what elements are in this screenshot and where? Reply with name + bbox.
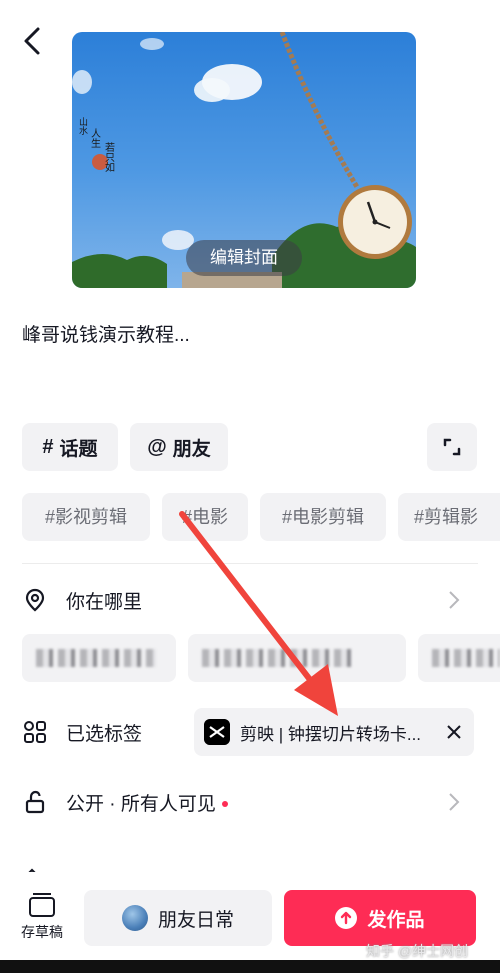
selected-tag-value: 剪映 | 钟摆切片转场卡... bbox=[240, 724, 422, 744]
close-icon[interactable] bbox=[444, 722, 464, 742]
selected-tag-row: 已选标签 bbox=[22, 712, 192, 752]
svg-text:人生: 人生 bbox=[89, 128, 101, 148]
suggested-tag[interactable]: #剪辑影 bbox=[398, 493, 500, 541]
expand-editor-button[interactable] bbox=[427, 423, 477, 471]
publish-label: 发作品 bbox=[367, 909, 425, 931]
draft-box-icon bbox=[29, 893, 55, 917]
location-suggestion[interactable] bbox=[188, 634, 406, 682]
publish-button[interactable]: 发作品 bbox=[284, 890, 476, 946]
expand-icon bbox=[443, 438, 461, 456]
upload-arrow-icon bbox=[335, 907, 358, 929]
back-icon[interactable] bbox=[18, 24, 48, 58]
visibility-label: 公开 · 所有人可见 bbox=[66, 789, 228, 816]
mention-label: 朋友 bbox=[172, 438, 211, 460]
svg-text:山水: 山水 bbox=[77, 117, 88, 135]
selected-tag-chip[interactable]: 剪映 | 钟摆切片转场卡... bbox=[194, 708, 474, 756]
location-row[interactable]: 你在哪里 bbox=[22, 580, 478, 620]
caption-text[interactable]: 峰哥说钱演示教程... bbox=[22, 320, 190, 347]
svg-text:若只如: 若只如 bbox=[103, 141, 115, 173]
watermark: 知乎 @绅士网创 bbox=[366, 943, 469, 959]
suggested-tag[interactable]: #影视剪辑 bbox=[22, 493, 150, 541]
topic-button[interactable]: # 话题 bbox=[22, 423, 118, 471]
edit-cover-button[interactable]: 编辑封面 bbox=[186, 240, 302, 276]
visibility-row[interactable]: 公开 · 所有人可见 bbox=[22, 782, 478, 822]
bottom-edge bbox=[0, 960, 500, 973]
selected-tag-label: 已选标签 bbox=[66, 723, 143, 745]
at-icon: @ bbox=[147, 435, 167, 458]
grid-icon bbox=[24, 721, 46, 743]
friends-daily-label: 朋友日常 bbox=[157, 909, 234, 931]
location-suggestion[interactable] bbox=[418, 634, 500, 682]
friends-daily-button[interactable]: 朋友日常 bbox=[84, 890, 272, 946]
capcut-icon bbox=[204, 719, 230, 745]
location-suggestions bbox=[0, 634, 500, 682]
chevron-right-icon bbox=[449, 793, 460, 811]
mention-button[interactable]: @ 朋友 bbox=[130, 423, 228, 471]
suggested-tag[interactable]: #电影剪辑 bbox=[260, 493, 386, 541]
location-label: 你在哪里 bbox=[66, 591, 143, 613]
hashtag-icon: # bbox=[42, 435, 54, 458]
save-draft-label: 存草稿 bbox=[21, 924, 63, 940]
save-draft-button[interactable]: 存草稿 bbox=[14, 892, 70, 942]
suggested-tags: #影视剪辑 #电影 #电影剪辑 #剪辑影 bbox=[0, 493, 500, 541]
divider bbox=[22, 563, 478, 564]
location-suggestion[interactable] bbox=[22, 634, 176, 682]
notice-dot bbox=[221, 801, 228, 808]
chevron-right-icon bbox=[449, 591, 460, 609]
topic-label: 话题 bbox=[59, 438, 98, 460]
location-pin-icon bbox=[25, 588, 45, 612]
avatar bbox=[121, 905, 148, 931]
unlock-icon bbox=[25, 790, 45, 814]
suggested-tag[interactable]: #电影 bbox=[162, 493, 248, 541]
